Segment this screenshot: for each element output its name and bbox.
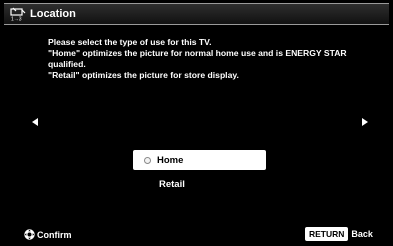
back-hint: RETURN Back [305, 227, 373, 241]
return-key-badge[interactable]: RETURN [305, 227, 349, 241]
description-line-2: "Home" optimizes the picture for normal … [48, 48, 347, 69]
back-label: Back [351, 229, 373, 239]
svg-text:1→3: 1→3 [11, 17, 22, 22]
confirm-label: Confirm [37, 229, 72, 240]
location-setup-screen: 1→3 Location Please select the type of u… [0, 0, 393, 246]
option-retail[interactable]: Retail [133, 174, 266, 194]
title-bar: 1→3 Location [4, 3, 389, 25]
description-line-1: Please select the type of use for this T… [48, 37, 212, 47]
option-home-label: Home [157, 154, 184, 166]
page-title: Location [30, 8, 76, 20]
confirm-hint: Confirm [24, 229, 72, 240]
arrow-right-icon[interactable] [362, 118, 368, 126]
option-home[interactable]: Home [133, 150, 266, 170]
description-text: Please select the type of use for this T… [48, 37, 378, 81]
option-retail-label: Retail [159, 178, 185, 190]
description-line-3: "Retail" optimizes the picture for store… [48, 70, 239, 80]
dpad-icon [24, 229, 35, 240]
tv-setup-icon: 1→3 [10, 7, 26, 21]
arrow-left-icon[interactable] [32, 118, 38, 126]
radio-icon [144, 156, 151, 164]
